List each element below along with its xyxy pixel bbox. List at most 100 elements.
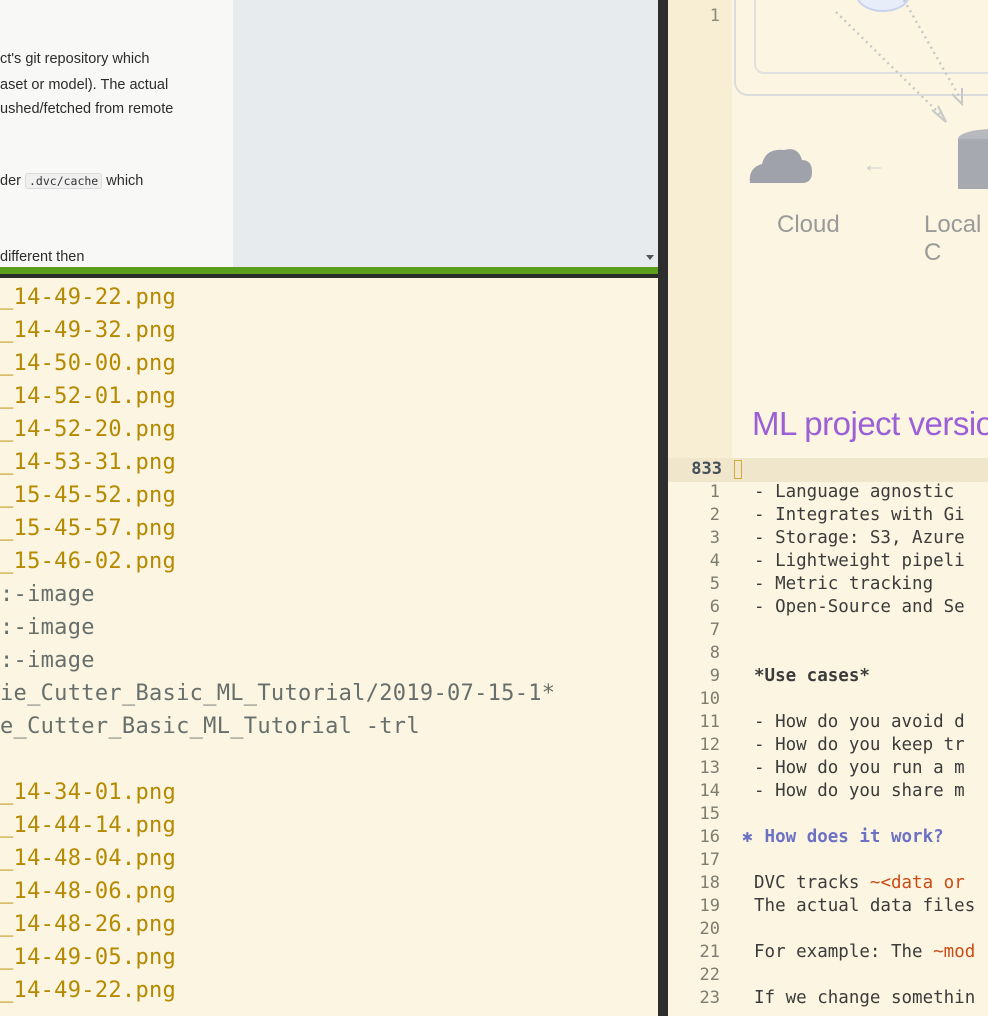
section-heading: ML project versio <box>752 405 988 442</box>
line-number: 10 <box>699 689 720 709</box>
doc-line: ushed/fetched from remote <box>0 101 174 117</box>
line-number: 18 <box>699 873 720 893</box>
line-number: 19 <box>699 896 720 916</box>
line-text: DVC tracks <box>754 873 870 893</box>
editor-line[interactable]: - How do you share m <box>754 781 965 801</box>
dvc-architecture-diagram: ← Cloud Local C <box>732 0 988 458</box>
highlighted-code-text: ~mod <box>933 942 976 962</box>
line-text: - How do you run a m <box>754 758 965 778</box>
file-list-row[interactable]: _14-49-05.png <box>0 945 176 970</box>
left-arrow-icon: ← <box>862 151 886 178</box>
file-list-row[interactable]: :-image <box>0 648 95 673</box>
line-number: 21 <box>699 942 720 962</box>
doc-line: different then <box>0 249 85 265</box>
file-listing-pane[interactable]: _14-49-22.png _14-49-32.png _14-50-00.png _… <box>0 278 658 1016</box>
line-number: 13 <box>699 758 720 778</box>
line-number: 1 <box>709 482 720 502</box>
line-number-gutter: 1 <box>668 0 732 458</box>
cloud-label: Cloud <box>777 211 840 238</box>
file-list-row[interactable]: _15-45-52.png <box>0 483 176 508</box>
line-number: 15 <box>699 804 720 824</box>
database-icon <box>958 129 988 189</box>
line-text: - How do you avoid d <box>754 712 965 732</box>
editor-line[interactable]: DVC tracks ~<data or <box>754 873 965 893</box>
local-cache-label: Local C <box>924 211 982 266</box>
line-text: - Integrates with Gi <box>754 505 965 525</box>
file-list-row[interactable]: :-image <box>0 582 95 607</box>
line-number: 4 <box>709 551 720 571</box>
line-number: 12 <box>699 735 720 755</box>
editor-line[interactable]: For example: The ~mod <box>754 942 975 962</box>
editor-line[interactable]: - Lightweight pipeli <box>754 551 965 571</box>
file-list-row[interactable]: _14-49-32.png <box>0 318 176 343</box>
file-list-row[interactable]: _14-48-26.png <box>0 912 176 937</box>
line-text: - Metric tracking <box>754 574 934 594</box>
line-text: - Open-Source and Se <box>754 597 965 617</box>
editor-line[interactable]: - Metric tracking <box>754 574 933 594</box>
inline-code-cache-path: .dvc/cache <box>25 173 103 189</box>
file-list-row[interactable]: _14-53-31.png <box>0 450 176 475</box>
file-list-row[interactable]: e_Cutter_Basic_ML_Tutorial -trl <box>0 714 420 739</box>
file-list-row[interactable]: _14-52-01.png <box>0 384 176 409</box>
line-number: 6 <box>709 597 720 617</box>
file-list-row[interactable]: _15-45-57.png <box>0 516 176 541</box>
doc-line-prefix: der <box>0 173 25 189</box>
file-list-row[interactable]: ie_Cutter_Basic_ML_Tutorial/2019-07-15-1… <box>0 681 555 706</box>
scroll-down-arrow-icon[interactable] <box>646 255 654 260</box>
current-line-number: 833 <box>691 459 722 479</box>
line-number: 16 <box>699 827 720 847</box>
editor-line[interactable]: The actual data files <box>754 896 975 916</box>
file-list-row[interactable]: _14-49-22.png <box>0 285 176 310</box>
file-list-row[interactable]: _14-48-04.png <box>0 846 176 871</box>
line-text: - Lightweight pipeli <box>754 551 965 571</box>
editor-line[interactable]: - Storage: S3, Azure <box>754 528 965 548</box>
editor-line[interactable]: - How do you keep tr <box>754 735 965 755</box>
editor-line[interactable]: - How do you avoid d <box>754 712 965 732</box>
vertical-window-divider[interactable] <box>658 0 668 1016</box>
documentation-sidebar <box>233 0 658 267</box>
line-number: 8 <box>709 643 720 663</box>
file-list-row[interactable]: _14-34-01.png <box>0 780 176 805</box>
editor-line[interactable]: - Integrates with Gi <box>754 505 965 525</box>
line-number: 14 <box>699 781 720 801</box>
line-number: 17 <box>699 850 720 870</box>
file-list-row[interactable]: _14-52-20.png <box>0 417 176 442</box>
doc-line: ct's git repository which <box>0 51 150 67</box>
line-number: 3 <box>709 528 720 548</box>
line-text: For example: The <box>754 942 934 962</box>
doc-line-cache: der .dvc/cache which <box>0 173 143 189</box>
line-number: 5 <box>709 574 720 594</box>
line-number: 20 <box>699 919 720 939</box>
heading-bullet-icon: ✱ <box>742 827 753 847</box>
line-text: If we change somethin <box>754 988 976 1008</box>
heading-text: How does it work? <box>764 827 944 847</box>
editor-line[interactable]: If we change somethin <box>754 988 975 1008</box>
line-number: 1 <box>709 6 720 26</box>
editor-line[interactable]: - How do you run a m <box>754 758 965 778</box>
line-number: 11 <box>699 712 720 732</box>
file-list-row[interactable]: _14-50-00.png <box>0 351 176 376</box>
org-editor-pane[interactable]: 1 ← Cloud Local C ML project versio 833 … <box>668 0 988 1016</box>
line-number: 7 <box>709 620 720 640</box>
documentation-view[interactable]: ct's git repository which aset or model)… <box>0 0 658 267</box>
line-text: - How do you keep tr <box>754 735 965 755</box>
line-text: The actual data files <box>754 896 976 916</box>
file-list-row[interactable]: _14-49-22.png <box>0 978 176 1003</box>
doc-line: aset or model). The actual <box>0 77 169 93</box>
line-text: - Storage: S3, Azure <box>754 528 965 548</box>
editor-line[interactable]: - Open-Source and Se <box>754 597 965 617</box>
highlighted-code-text: ~<data or <box>869 873 965 893</box>
line-number: 9 <box>709 666 720 686</box>
cloud-icon <box>749 149 812 183</box>
editor-line[interactable]: - Language agnostic <box>754 482 954 502</box>
browser-window-frame: ct's git repository which aset or model)… <box>0 0 664 274</box>
file-list-row[interactable]: :-image <box>0 615 95 640</box>
file-list-row[interactable]: _15-46-02.png <box>0 549 176 574</box>
editor-line[interactable]: *Use cases* <box>754 666 870 686</box>
line-number: 23 <box>699 988 720 1008</box>
file-list-row[interactable]: _14-44-14.png <box>0 813 176 838</box>
file-list-row[interactable]: _14-48-06.png <box>0 879 176 904</box>
org-heading-line[interactable]: ✱ How does it work? <box>742 827 944 847</box>
line-text: *Use cases* <box>754 666 870 686</box>
doc-line-suffix: which <box>102 173 144 189</box>
